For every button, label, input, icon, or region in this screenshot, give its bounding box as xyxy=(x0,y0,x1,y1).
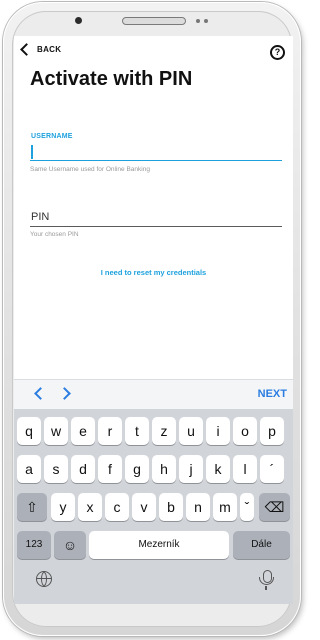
key[interactable]: ˇ xyxy=(240,493,254,521)
microphone-stand xyxy=(259,577,274,585)
key[interactable]: b xyxy=(159,493,183,521)
username-hint: Same Username used for Online Banking xyxy=(30,166,150,173)
key[interactable]: i xyxy=(206,417,230,445)
key[interactable]: k xyxy=(206,455,230,483)
proximity-sensor xyxy=(196,19,200,23)
key[interactable]: z xyxy=(152,417,176,445)
back-button[interactable]: BACK xyxy=(20,43,62,56)
key[interactable]: d xyxy=(71,455,95,483)
key[interactable]: a xyxy=(17,455,41,483)
emoji-key[interactable]: ☺ xyxy=(54,531,86,559)
key[interactable]: w xyxy=(44,417,68,445)
microphone-base xyxy=(265,586,267,590)
key[interactable]: o xyxy=(233,417,257,445)
key[interactable]: m xyxy=(213,493,237,521)
key[interactable]: l xyxy=(233,455,257,483)
key[interactable]: u xyxy=(179,417,203,445)
key[interactable]: e xyxy=(71,417,95,445)
key[interactable]: g xyxy=(125,455,149,483)
key[interactable]: c xyxy=(105,493,129,521)
key[interactable]: x xyxy=(78,493,102,521)
chevron-left-icon xyxy=(20,43,33,56)
key[interactable]: s xyxy=(44,455,68,483)
key[interactable]: t xyxy=(125,417,149,445)
key[interactable]: n xyxy=(186,493,210,521)
key[interactable]: r xyxy=(98,417,122,445)
keyboard: q w e r t z u i o p a s d f g h j k l ´ … xyxy=(14,409,293,604)
username-underline xyxy=(30,160,282,161)
earpiece-speaker xyxy=(122,17,186,25)
key[interactable]: ´ xyxy=(260,455,284,483)
text-cursor xyxy=(31,145,33,159)
next-field-icon[interactable] xyxy=(58,387,71,400)
key[interactable]: p xyxy=(260,417,284,445)
key[interactable]: q xyxy=(17,417,41,445)
key[interactable]: j xyxy=(179,455,203,483)
key[interactable]: f xyxy=(98,455,122,483)
phone-screen: BACK ? Activate with PIN USERNAME Same U… xyxy=(14,36,293,604)
front-camera xyxy=(75,17,82,24)
pin-underline xyxy=(30,226,282,227)
return-key[interactable]: Dále xyxy=(233,531,290,559)
page-title: Activate with PIN xyxy=(30,68,193,90)
previous-field-icon[interactable] xyxy=(34,387,47,400)
pin-field[interactable]: PIN xyxy=(31,211,49,223)
key[interactable]: h xyxy=(152,455,176,483)
next-button[interactable]: NEXT xyxy=(258,388,287,400)
key[interactable]: v xyxy=(132,493,156,521)
shift-key[interactable]: ⇧ xyxy=(17,493,47,521)
light-sensor xyxy=(204,19,208,23)
globe-icon[interactable] xyxy=(36,571,52,587)
reset-credentials-link[interactable]: I need to reset my credentials xyxy=(14,268,293,277)
back-label: BACK xyxy=(37,45,62,54)
pin-hint: Your chosen PIN xyxy=(30,231,79,238)
key[interactable]: y xyxy=(51,493,75,521)
delete-key[interactable]: ⌫ xyxy=(259,493,290,521)
space-key[interactable]: Mezerník xyxy=(89,531,229,559)
username-label: USERNAME xyxy=(31,133,73,140)
numbers-key[interactable]: 123 xyxy=(17,531,51,559)
keyboard-toolbar: NEXT xyxy=(14,379,293,410)
help-icon[interactable]: ? xyxy=(270,45,285,60)
app-header: BACK ? Activate with PIN xyxy=(14,36,293,100)
